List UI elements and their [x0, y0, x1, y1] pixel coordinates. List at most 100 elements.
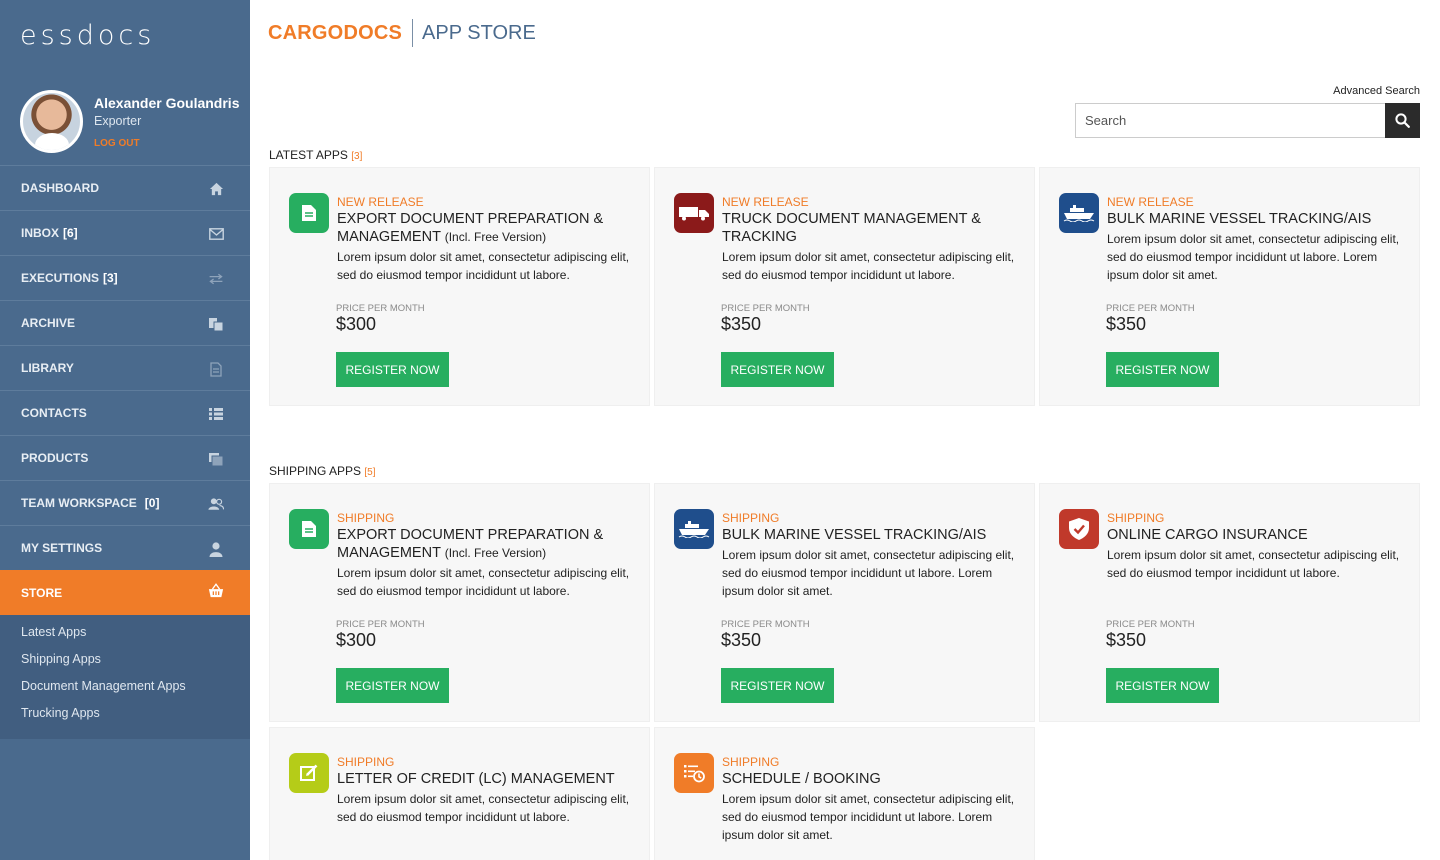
app-price: $350 — [721, 630, 762, 650]
shield-icon — [1059, 509, 1099, 549]
nav-item-archive[interactable]: ARCHIVE — [0, 300, 250, 345]
register-now-button[interactable]: REGISTER NOW — [721, 352, 834, 387]
stack-icon — [208, 451, 224, 467]
price-label: PRICE PER MONTH — [1106, 619, 1195, 630]
register-now-button[interactable]: REGISTER NOW — [1106, 668, 1219, 703]
nav-item-label: INBOX — [21, 226, 60, 240]
search-bar — [1075, 103, 1420, 138]
price-label: PRICE PER MONTH — [721, 619, 810, 630]
document-icon — [289, 193, 329, 233]
app-tag: SHIPPING — [1107, 511, 1165, 525]
app-price: $350 — [1106, 630, 1147, 650]
document-icon — [208, 361, 224, 377]
main-nav: DASHBOARD INBOX [6] EXECUTIONS [3] ARCHI… — [0, 165, 250, 739]
nav-item-inbox[interactable]: INBOX [6] — [0, 210, 250, 255]
nav-item-library[interactable]: LIBRARY — [0, 345, 250, 390]
latest-apps-heading: LATEST APPS [3] — [269, 148, 362, 162]
section-title: LATEST APPS — [269, 148, 348, 162]
app-tag: SHIPPING — [722, 755, 780, 769]
app-price: $300 — [336, 314, 377, 334]
subnav-trucking-apps[interactable]: Trucking Apps — [0, 704, 250, 731]
app-description: Lorem ipsum dolor sit amet, consectetur … — [337, 566, 630, 598]
essdocs-logo[interactable]: essdocs — [20, 20, 155, 51]
app-description: Lorem ipsum dolor sit amet, consectetur … — [722, 792, 1015, 842]
app-price: $350 — [1106, 314, 1147, 334]
nav-item-label: ARCHIVE — [21, 316, 76, 330]
document-icon — [289, 509, 329, 549]
schedule-icon — [674, 753, 714, 793]
register-now-button[interactable]: REGISTER NOW — [336, 668, 449, 703]
search-icon — [1395, 113, 1410, 128]
app-card: SHIPPING SCHEDULE / BOOKING Lorem ipsum … — [654, 727, 1035, 860]
avatar[interactable] — [20, 90, 83, 153]
app-title: LETTER OF CREDIT (LC) MANAGEMENT — [337, 771, 615, 787]
app-tag: SHIPPING — [337, 511, 395, 525]
subnav-document-management-apps[interactable]: Document Management Apps — [0, 677, 250, 704]
truck-icon — [674, 193, 714, 233]
ship-icon — [674, 509, 714, 549]
search-input[interactable] — [1075, 103, 1385, 138]
advanced-search-link[interactable]: Advanced Search — [1300, 85, 1420, 97]
nav-item-team-workspace[interactable]: TEAM WORKSPACE [0] — [0, 480, 250, 525]
inbox-count: [6] — [63, 226, 78, 240]
app-card: NEW RELEASE TRUCK DOCUMENT MANAGEMENT & … — [654, 167, 1035, 406]
envelope-icon — [208, 226, 224, 242]
app-tag: SHIPPING — [337, 755, 395, 769]
list-icon — [208, 406, 224, 422]
nav-item-dashboard[interactable]: DASHBOARD — [0, 165, 250, 210]
page-title: APP STORE — [422, 21, 536, 44]
register-now-button[interactable]: REGISTER NOW — [721, 668, 834, 703]
shipping-apps-heading: SHIPPING APPS [5] — [269, 464, 376, 478]
app-title: EXPORT DOCUMENT PREPARATION & MANAGEMENT… — [337, 210, 632, 246]
subnav-latest-apps[interactable]: Latest Apps — [0, 623, 250, 650]
nav-item-products[interactable]: PRODUCTS — [0, 435, 250, 480]
executions-count: [3] — [103, 271, 118, 285]
app-tag: NEW RELEASE — [722, 195, 809, 209]
nav-item-label: EXECUTIONS — [21, 271, 100, 285]
nav-item-label: LIBRARY — [21, 361, 74, 375]
nav-item-my-settings[interactable]: MY SETTINGS — [0, 525, 250, 570]
logout-link[interactable]: LOG OUT — [94, 138, 140, 149]
nav-item-label: DASHBOARD — [21, 181, 99, 195]
app-card: SHIPPING ONLINE CARGO INSURANCE Lorem ip… — [1039, 483, 1420, 722]
sidebar: essdocs Alexander Goulandris Exporter LO… — [0, 0, 250, 860]
price-label: PRICE PER MONTH — [721, 303, 810, 314]
app-description: Lorem ipsum dolor sit amet, consectetur … — [337, 792, 630, 824]
nav-item-store[interactable]: STORE — [0, 570, 250, 615]
user-profile: Alexander Goulandris Exporter LOG OUT — [0, 80, 250, 165]
app-description: Lorem ipsum dolor sit amet, consectetur … — [722, 548, 1015, 598]
app-title: BULK MARINE VESSEL TRACKING/AIS — [722, 527, 987, 543]
register-now-button[interactable]: REGISTER NOW — [1106, 352, 1219, 387]
app-title: SCHEDULE / BOOKING — [722, 771, 881, 787]
user-name: Alexander Goulandris — [94, 95, 240, 111]
app-description: Lorem ipsum dolor sit amet, consectetur … — [1107, 232, 1400, 282]
search-button[interactable] — [1385, 103, 1420, 138]
ship-icon — [1059, 193, 1099, 233]
app-tag: NEW RELEASE — [337, 195, 424, 209]
app-title: BULK MARINE VESSEL TRACKING/AIS — [1107, 211, 1372, 227]
header-divider — [412, 19, 414, 47]
page-header: CARGODOCS APP STORE — [268, 18, 536, 48]
app-title: ONLINE CARGO INSURANCE — [1107, 527, 1308, 543]
price-label: PRICE PER MONTH — [1106, 303, 1195, 314]
store-subnav: Latest Apps Shipping Apps Document Manag… — [0, 615, 250, 739]
nav-item-label: TEAM WORKSPACE — [21, 496, 137, 510]
nav-item-executions[interactable]: EXECUTIONS [3] — [0, 255, 250, 300]
nav-item-contacts[interactable]: CONTACTS — [0, 390, 250, 435]
arrows-exchange-icon — [208, 271, 224, 287]
app-card: NEW RELEASE EXPORT DOCUMENT PREPARATION … — [269, 167, 650, 406]
register-now-button[interactable]: REGISTER NOW — [336, 352, 449, 387]
app-title: EXPORT DOCUMENT PREPARATION & MANAGEMENT… — [337, 526, 632, 562]
users-icon — [208, 496, 224, 512]
basket-icon — [208, 582, 224, 598]
app-title: TRUCK DOCUMENT MANAGEMENT & TRACKING — [722, 211, 981, 245]
price-label: PRICE PER MONTH — [336, 619, 425, 630]
app-tag: SHIPPING — [722, 511, 780, 525]
subnav-shipping-apps[interactable]: Shipping Apps — [0, 650, 250, 677]
user-icon — [208, 541, 224, 557]
nav-item-label: PRODUCTS — [21, 451, 89, 465]
app-price: $350 — [721, 314, 762, 334]
app-tag: NEW RELEASE — [1107, 195, 1194, 209]
brand-title: CARGODOCS — [268, 21, 403, 44]
section-count: [5] — [364, 467, 376, 478]
